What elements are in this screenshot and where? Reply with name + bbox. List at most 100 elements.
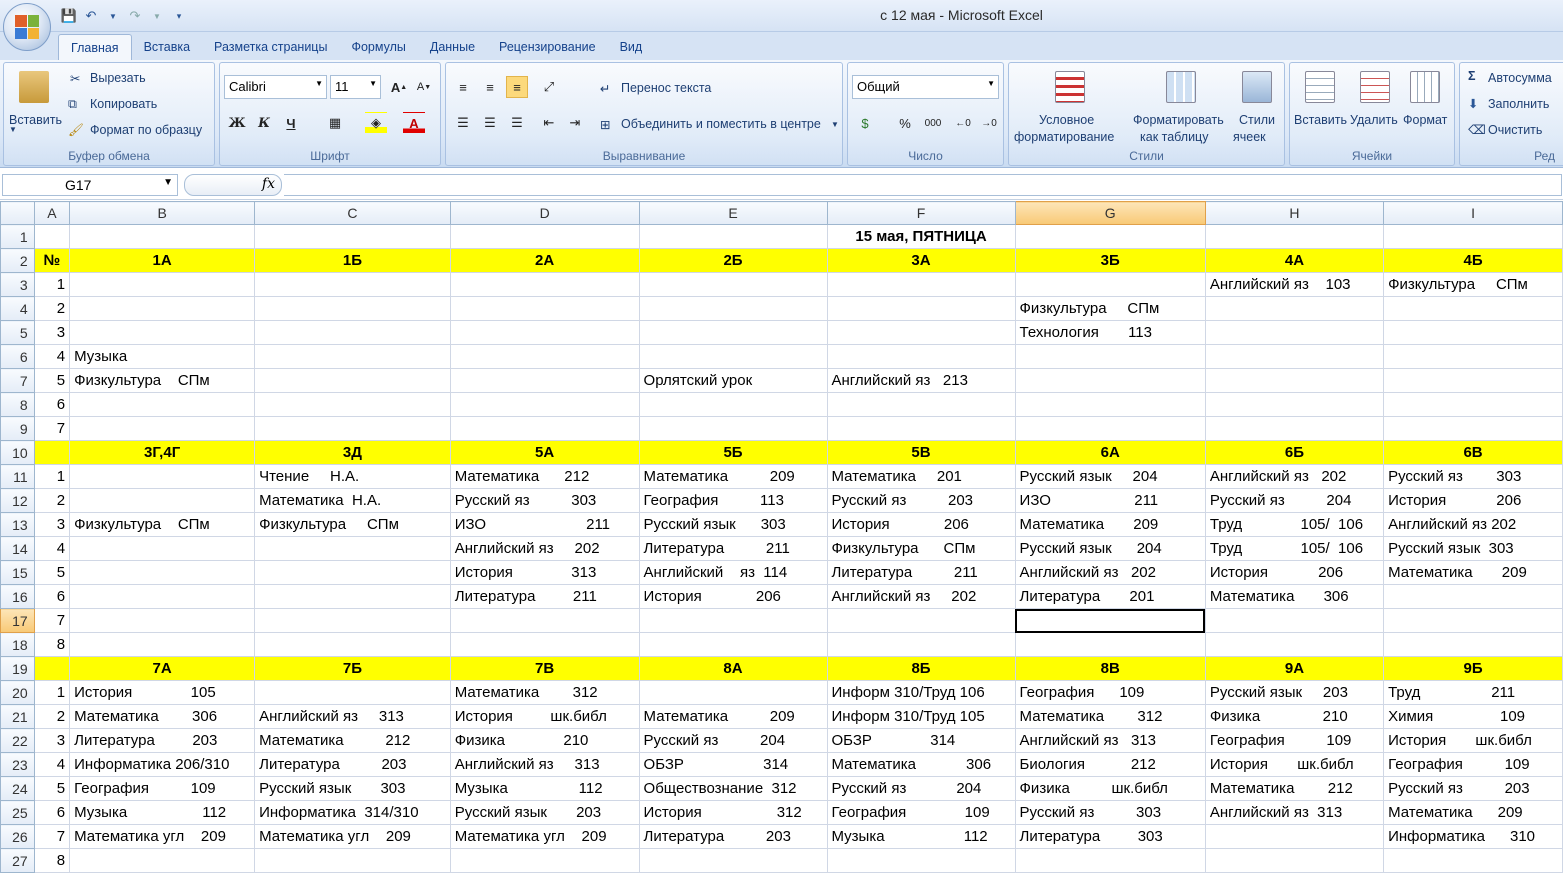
column-header[interactable]: H	[1204, 201, 1385, 225]
cell[interactable]: Химия 109	[1383, 704, 1563, 729]
cell[interactable]	[1014, 224, 1206, 249]
cell[interactable]: Русский язык 303	[254, 776, 451, 801]
cell[interactable]	[1204, 416, 1385, 441]
cell[interactable]: Русский яз 303	[449, 488, 640, 513]
cell[interactable]	[449, 416, 640, 441]
cell[interactable]	[449, 848, 640, 873]
merge-center-icon[interactable]: ⊞	[600, 117, 610, 132]
cell[interactable]: Физкультура СПм	[1383, 272, 1563, 297]
cell[interactable]: 3Д	[254, 440, 451, 465]
cell[interactable]	[1383, 392, 1563, 417]
cell[interactable]: Литература 203	[254, 752, 451, 777]
delete-cells-button[interactable]: Удалить	[1350, 113, 1398, 127]
cell[interactable]	[449, 608, 640, 633]
cell[interactable]	[69, 608, 256, 633]
cell[interactable]: Информ 310/Труд 106	[826, 680, 1016, 705]
cell[interactable]	[69, 632, 256, 657]
cell[interactable]	[1204, 392, 1385, 417]
cut-button[interactable]: Вырезать	[90, 71, 146, 85]
cell[interactable]: Информ 310/Труд 105	[826, 704, 1016, 729]
cell[interactable]	[449, 392, 640, 417]
cell-styles-label-2[interactable]: ячеек	[1233, 130, 1266, 144]
cell[interactable]: История шк.библ	[449, 704, 640, 729]
cell[interactable]: Английский яз 202	[449, 536, 640, 561]
row-header[interactable]: 17	[0, 608, 35, 633]
cell[interactable]: Физкультура СПм	[1014, 296, 1206, 321]
select-all-corner[interactable]	[0, 201, 35, 225]
cell[interactable]: Математика угл 209	[449, 824, 640, 849]
cell[interactable]: Литература 303	[1014, 824, 1206, 849]
cell[interactable]	[254, 344, 451, 369]
align-left-icon[interactable]: ☰	[452, 112, 474, 134]
cut-icon[interactable]: ✂	[70, 71, 80, 86]
cell[interactable]	[826, 320, 1016, 345]
cell[interactable]: Физкультура СПм	[69, 512, 256, 537]
cell[interactable]	[69, 320, 256, 345]
cell[interactable]	[1383, 584, 1563, 609]
cell[interactable]: 3Б	[1014, 248, 1206, 273]
cell[interactable]	[638, 680, 828, 705]
name-box[interactable]: G17 ▼	[2, 174, 178, 196]
cell[interactable]	[1204, 608, 1385, 633]
cell[interactable]: 4Б	[1383, 248, 1563, 273]
cell[interactable]: Русский яз 303	[1014, 800, 1206, 825]
cell[interactable]: Информатика 314/310	[254, 800, 451, 825]
cell[interactable]	[33, 224, 71, 249]
cell[interactable]	[1383, 296, 1563, 321]
format-painter-button[interactable]: Формат по образцу	[90, 123, 202, 137]
cell[interactable]: Английский яз 313	[254, 704, 451, 729]
cell[interactable]: Литература 211	[826, 560, 1016, 585]
cell[interactable]: 2	[33, 704, 71, 729]
cell[interactable]	[33, 440, 71, 465]
cell[interactable]	[638, 320, 828, 345]
cell[interactable]: Математика 306	[1204, 584, 1385, 609]
cell[interactable]: Математика 209	[638, 464, 828, 489]
cell[interactable]	[1383, 224, 1563, 249]
cell[interactable]	[1383, 632, 1563, 657]
cell[interactable]	[1383, 848, 1563, 873]
thousands-button[interactable]: 000	[922, 112, 944, 134]
font-size-select[interactable]: 11 ▼	[330, 75, 381, 99]
row-header[interactable]: 6	[0, 344, 35, 369]
cell[interactable]	[826, 392, 1016, 417]
merge-dropdown-icon[interactable]: ▼	[831, 120, 839, 129]
cell[interactable]: Математика 306	[69, 704, 256, 729]
number-format-select[interactable]: Общий ▼	[852, 75, 999, 99]
cell[interactable]: Труд 211	[1383, 680, 1563, 705]
cell[interactable]: Обществознание 312	[638, 776, 828, 801]
autosum-button[interactable]: Автосумма	[1488, 71, 1552, 85]
row-header[interactable]: 5	[0, 320, 35, 345]
cell[interactable]	[638, 272, 828, 297]
cell[interactable]: Русский яз 203	[1383, 776, 1563, 801]
cell[interactable]: 1	[33, 272, 71, 297]
cell[interactable]: Русский яз 203	[826, 488, 1016, 513]
cell[interactable]: 5	[33, 776, 71, 801]
cell[interactable]: Математика 312	[1014, 704, 1206, 729]
align-middle-icon[interactable]: ≡	[479, 76, 501, 98]
copy-icon[interactable]: ⧉	[68, 97, 77, 112]
cell[interactable]: Русский язык 203	[449, 800, 640, 825]
cell[interactable]	[449, 344, 640, 369]
cell[interactable]	[1204, 848, 1385, 873]
cell[interactable]	[449, 272, 640, 297]
cell[interactable]: География 113	[638, 488, 828, 513]
cell[interactable]: 8	[33, 632, 71, 657]
cell[interactable]: Математика угл 209	[254, 824, 451, 849]
cell[interactable]: Математика 209	[1383, 800, 1563, 825]
cell[interactable]: Русский язык 204	[1014, 536, 1206, 561]
cell[interactable]	[1014, 272, 1206, 297]
cell[interactable]: 3	[33, 728, 71, 753]
clear-icon[interactable]: ⌫	[1468, 122, 1486, 137]
tab-5[interactable]: Рецензирование	[487, 34, 608, 60]
row-header[interactable]: 9	[0, 416, 35, 441]
underline-button[interactable]: Ч	[280, 112, 302, 134]
cell[interactable]: 3Г,4Г	[69, 440, 256, 465]
cell[interactable]	[826, 272, 1016, 297]
selected-cell[interactable]	[1014, 608, 1206, 633]
cell[interactable]: 8Б	[826, 656, 1016, 681]
font-name-select[interactable]: Calibri ▼	[224, 75, 327, 99]
cell[interactable]: 6	[33, 392, 71, 417]
currency-icon[interactable]: $	[854, 112, 876, 134]
formula-input[interactable]	[284, 174, 1562, 196]
cell[interactable]: 7	[33, 416, 71, 441]
